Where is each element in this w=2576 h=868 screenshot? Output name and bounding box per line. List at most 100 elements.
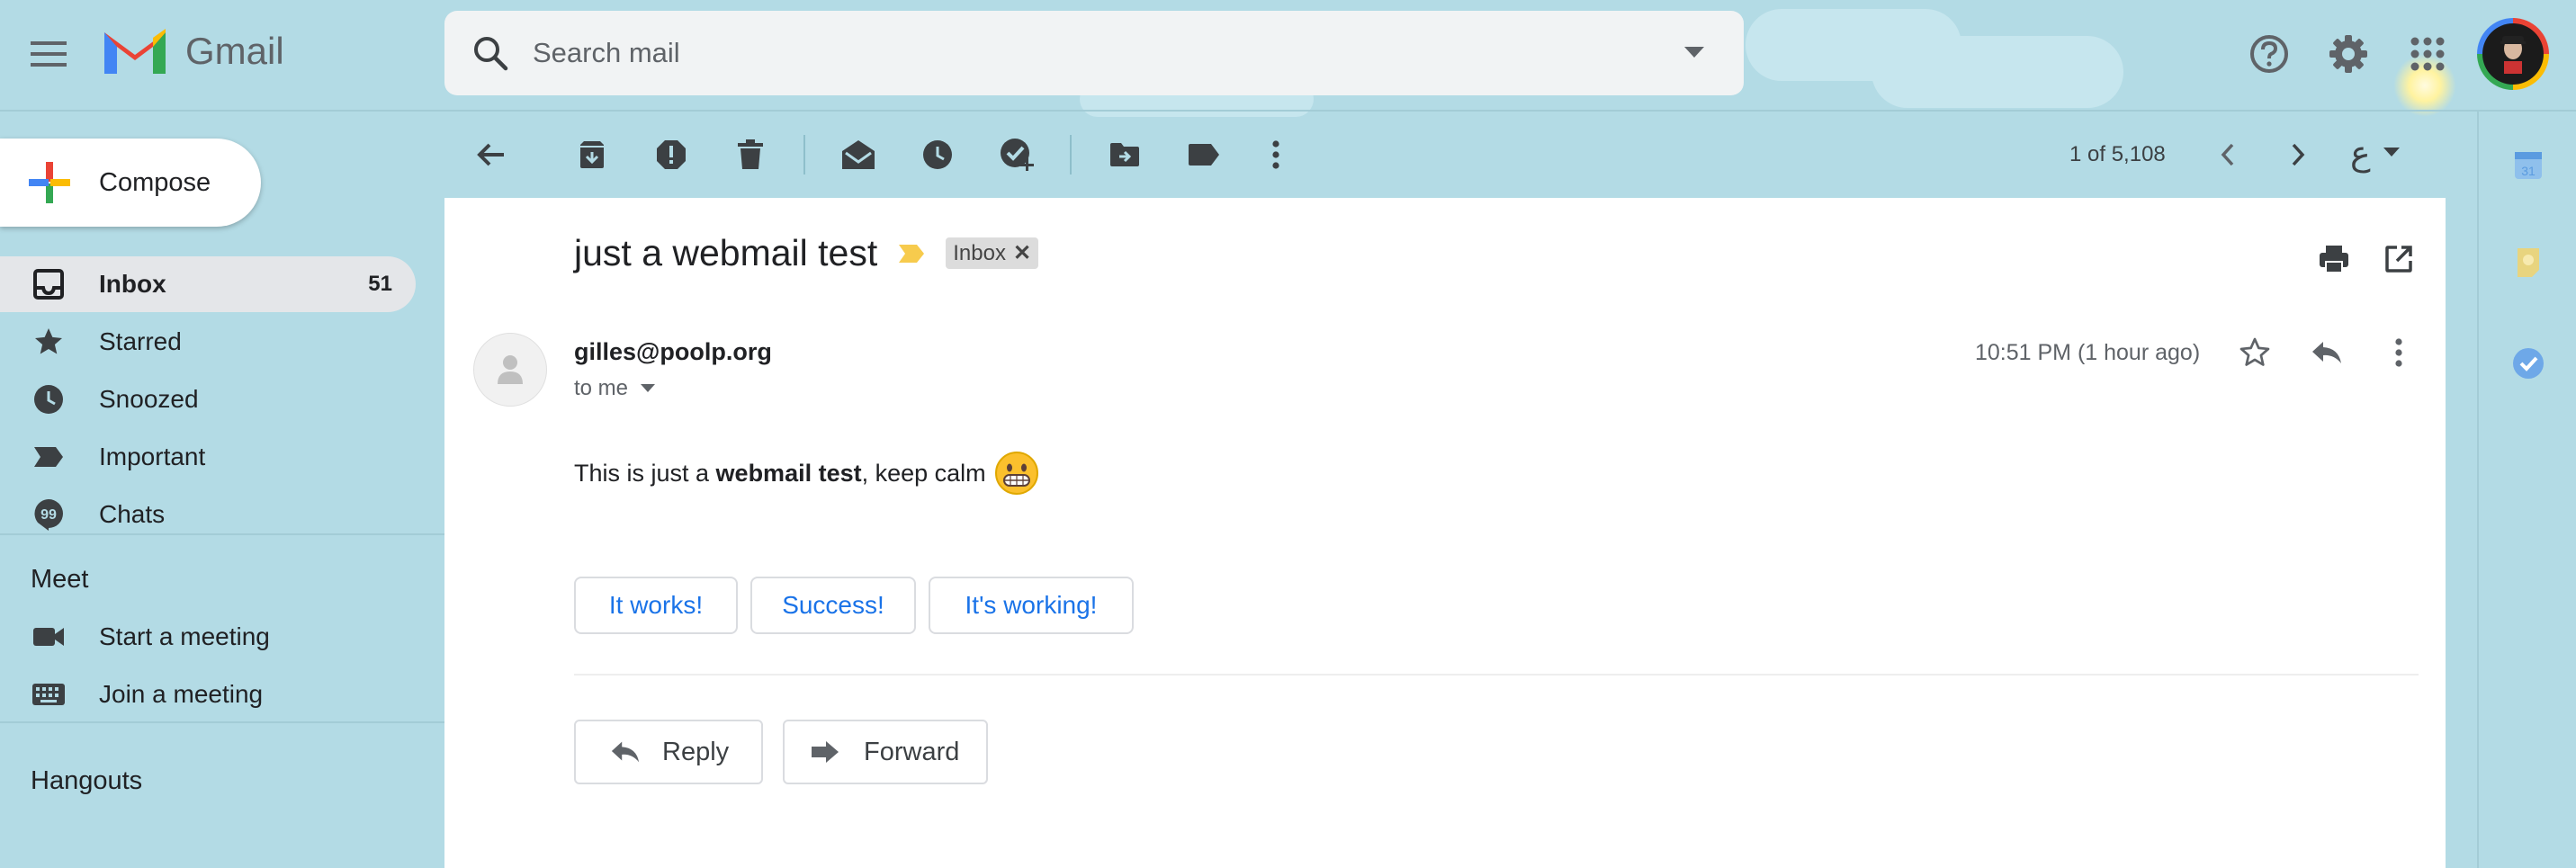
message-more-options-icon[interactable]	[2379, 333, 2419, 372]
inbox-label-chip: Inbox ✕	[946, 237, 1039, 269]
search-options-icon[interactable]	[1684, 47, 1704, 64]
person-icon	[498, 355, 523, 384]
input-tools-dropdown-icon	[2383, 148, 2400, 157]
input-tools-selector[interactable]: ع	[2350, 133, 2400, 173]
svg-text:99: 99	[40, 507, 57, 523]
sidebar-item-label: Chats	[99, 500, 166, 528]
side-panel-divider	[2477, 112, 2479, 868]
older-chevron-right-icon[interactable]	[2278, 135, 2318, 174]
sender-address[interactable]: gilles@poolp.org	[574, 338, 772, 366]
remove-label-icon[interactable]: ✕	[1013, 240, 1031, 266]
snooze-clock-icon[interactable]	[914, 133, 961, 176]
grinning-face-emoji-icon	[994, 452, 1038, 495]
toolbar-separator	[1070, 135, 1072, 174]
compose-button[interactable]: Compose	[0, 139, 261, 227]
label-tag-icon[interactable]	[1180, 133, 1227, 176]
sidebar-item-label: Join a meeting	[99, 680, 264, 708]
subject-row: just a webmail test Inbox ✕	[574, 232, 1039, 274]
sidebar-item-label: Start a meeting	[99, 622, 270, 650]
compose-label: Compose	[99, 167, 211, 197]
body-text: This is just a	[574, 459, 716, 487]
reply-arrow-icon[interactable]	[2307, 333, 2347, 372]
show-details-dropdown-icon	[641, 384, 656, 392]
calendar-icon[interactable]: 31	[2509, 146, 2548, 185]
sidebar-item-important[interactable]: Important	[0, 429, 416, 485]
smart-reply-button[interactable]: It works!	[574, 577, 738, 634]
sidebar-item-label: Inbox	[99, 270, 166, 298]
body-bold-text: webmail test	[715, 459, 862, 487]
print-icon[interactable]	[2314, 239, 2354, 279]
forward-button[interactable]: Forward	[783, 720, 988, 784]
body-text: , keep calm	[861, 459, 986, 487]
add-to-tasks-icon[interactable]	[993, 133, 1040, 176]
message-subject: just a webmail test	[574, 232, 878, 273]
star-outline-icon[interactable]	[2235, 333, 2275, 372]
reply-label: Reply	[662, 737, 730, 766]
important-marker-icon[interactable]	[897, 243, 926, 264]
cloud-decoration	[1871, 36, 2123, 108]
inbox-unread-count: 51	[368, 272, 392, 296]
video-camera-icon	[31, 619, 67, 655]
app-name: Gmail	[185, 30, 284, 72]
smart-reply-button[interactable]: It's working!	[929, 577, 1134, 634]
svg-text:31: 31	[2521, 164, 2536, 178]
avatar-portrait-icon	[2500, 36, 2526, 74]
sidebar-item-snoozed[interactable]: Snoozed	[0, 371, 416, 427]
message-timestamp: 10:51 PM (1 hour ago)	[1975, 340, 2201, 365]
star-icon	[31, 324, 67, 360]
open-in-new-window-icon[interactable]	[2379, 239, 2419, 279]
main-menu-icon[interactable]	[22, 27, 76, 81]
gmail-logo-icon	[104, 29, 166, 74]
compose-plus-icon	[27, 160, 72, 205]
important-icon	[31, 439, 67, 475]
report-spam-icon[interactable]	[648, 133, 695, 176]
sidebar-item-label: Snoozed	[99, 385, 199, 413]
input-tool-glyph: ع	[2350, 133, 2371, 173]
smart-reply-button[interactable]: Success!	[750, 577, 916, 634]
label-chip-text: Inbox	[953, 240, 1006, 265]
message-body: This is just a webmail test, keep calm	[574, 450, 1040, 497]
meet-section-title: Meet	[31, 565, 89, 594]
sender-avatar[interactable]	[473, 333, 547, 407]
back-arrow-icon[interactable]	[468, 133, 515, 176]
newer-chevron-left-icon[interactable]	[2208, 135, 2248, 174]
sidebar-item-join-meeting[interactable]: Join a meeting	[0, 667, 416, 722]
pagination-text: 1 of 5,108	[2069, 142, 2166, 166]
mark-unread-icon[interactable]	[835, 133, 882, 176]
clock-icon	[31, 381, 67, 417]
forward-label: Forward	[864, 737, 960, 766]
tasks-check-icon[interactable]	[2509, 344, 2548, 383]
help-icon[interactable]	[2242, 27, 2296, 81]
search-icon[interactable]	[471, 34, 509, 72]
gmail-logo[interactable]: Gmail	[101, 25, 284, 77]
sidebar-item-inbox[interactable]: Inbox 51	[0, 256, 416, 312]
chat-icon: 99	[31, 497, 67, 532]
recipient-label: to me	[574, 376, 629, 400]
keyboard-icon	[31, 676, 67, 712]
search-input[interactable]: Search mail	[533, 37, 680, 69]
sidebar-item-start-meeting[interactable]: Start a meeting	[0, 609, 416, 665]
settings-gear-icon[interactable]	[2321, 27, 2375, 81]
header-divider	[0, 110, 2576, 112]
inbox-icon	[31, 266, 67, 302]
reply-button[interactable]: Reply	[574, 720, 763, 784]
delete-trash-icon[interactable]	[727, 133, 774, 176]
sidebar-item-label: Important	[99, 443, 206, 470]
message-divider	[574, 674, 2419, 676]
search-bar[interactable]: Search mail	[444, 11, 1744, 95]
recipient-details-toggle[interactable]: to me	[574, 376, 656, 401]
reply-arrow-icon	[611, 741, 640, 763]
move-to-icon[interactable]	[1101, 133, 1148, 176]
keep-bulb-icon[interactable]	[2509, 243, 2548, 282]
archive-icon[interactable]	[569, 133, 615, 176]
account-avatar[interactable]	[2477, 18, 2549, 90]
sidebar-divider	[0, 533, 444, 535]
sidebar-item-starred[interactable]: Starred	[0, 314, 416, 370]
more-options-vertical-icon[interactable]	[1252, 133, 1299, 176]
sidebar-divider	[0, 721, 444, 723]
toolbar-separator	[803, 135, 805, 174]
apps-grid-icon[interactable]	[2401, 27, 2455, 81]
hangouts-section-title[interactable]: Hangouts	[31, 766, 142, 796]
sidebar-item-label: Starred	[99, 327, 182, 355]
forward-arrow-icon	[812, 741, 839, 763]
